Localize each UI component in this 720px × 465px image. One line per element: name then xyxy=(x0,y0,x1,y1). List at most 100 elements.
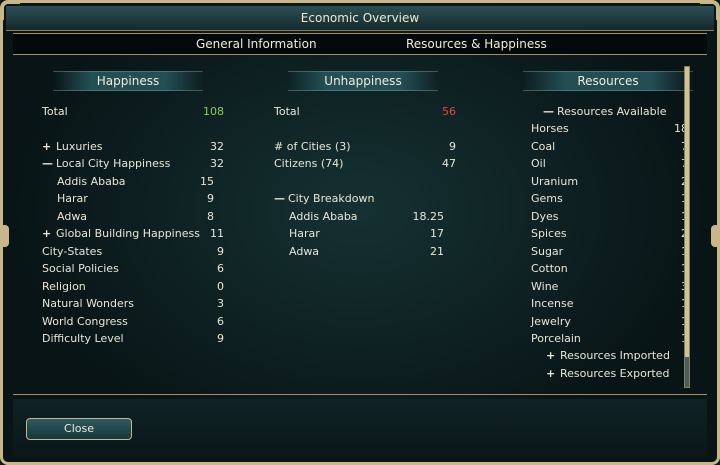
resource-row-value: 1 xyxy=(648,191,688,207)
resource-row-label: Oil xyxy=(531,156,546,172)
expand-plus-icon[interactable]: + xyxy=(42,139,56,155)
happiness-row-label: Addis Ababa xyxy=(57,174,126,190)
resource-row: Incense 1 xyxy=(531,296,691,312)
unhappiness-row: Adwa 21 xyxy=(289,244,459,260)
happiness-row-label: + Luxuries xyxy=(42,139,102,155)
unhappiness-total-value: 56 xyxy=(442,105,456,118)
happiness-row-text: Harar xyxy=(57,192,88,205)
tab-general-information[interactable]: General Information xyxy=(196,34,317,54)
collapse-minus-icon[interactable]: — xyxy=(543,104,557,120)
overview-content: Happiness Unhappiness Resources Total 108… xyxy=(13,61,707,395)
collapse-minus-icon[interactable]: — xyxy=(274,191,288,207)
happiness-row-text: Adwa xyxy=(57,210,88,223)
unhappiness-row-text: Addis Ababa xyxy=(289,210,358,223)
happiness-row-value: 32 xyxy=(210,157,224,170)
close-button[interactable]: Close xyxy=(26,418,132,440)
resource-row: Porcelain 1 xyxy=(531,331,691,347)
happiness-total-text: Total xyxy=(42,105,68,118)
resource-row-label: Spices xyxy=(531,226,567,242)
happiness-row-value: 9 xyxy=(217,332,224,345)
resource-row-value: 3 xyxy=(648,279,688,295)
unhappiness-row[interactable]: — City Breakdown xyxy=(274,191,459,207)
resource-row-value: 2 xyxy=(648,174,688,190)
resource-row-label: Sugar xyxy=(531,244,563,260)
resource-row-label: Jewelry xyxy=(531,314,571,330)
unhappiness-row-text: Harar xyxy=(289,227,320,240)
happiness-row: Social Policies 6 xyxy=(42,261,227,277)
expand-plus-icon[interactable]: + xyxy=(546,348,560,364)
happiness-total-label: Total xyxy=(42,104,68,120)
happiness-row-label: Social Policies xyxy=(42,261,119,277)
resource-row-value: 2 xyxy=(648,226,688,242)
happiness-row-text: City-States xyxy=(42,245,103,258)
resources-imported-toggle[interactable]: + Resources Imported xyxy=(546,348,670,364)
resource-row-value: 1 xyxy=(648,296,688,312)
resource-row: Dyes 1 xyxy=(531,209,691,225)
resource-row-text: Spices xyxy=(531,227,567,240)
happiness-row-label: Difficulty Level xyxy=(42,331,124,347)
happiness-row[interactable]: — Local City Happiness 32 xyxy=(42,156,227,172)
frame-notch xyxy=(3,225,9,247)
resource-row: Coal 7 xyxy=(531,139,691,155)
happiness-row: Difficulty Level 9 xyxy=(42,331,227,347)
resource-row-label: Incense xyxy=(531,296,574,312)
unhappiness-row-label: # of Cities (3) xyxy=(274,139,351,155)
happiness-row-text: World Congress xyxy=(42,315,128,328)
resources-available-toggle[interactable]: — Resources Available xyxy=(543,104,666,120)
unhappiness-total: Total 56 xyxy=(274,104,459,120)
happiness-row: World Congress 6 xyxy=(42,314,227,330)
resource-row-label: Cotton xyxy=(531,261,568,277)
unhappiness-row-text: # of Cities (3) xyxy=(274,140,351,153)
resources-header: Resources xyxy=(523,71,693,91)
tab-resources-happiness[interactable]: Resources & Happiness xyxy=(406,34,547,54)
resource-row-text: Wine xyxy=(531,279,559,293)
unhappiness-row-label: Harar xyxy=(289,226,320,242)
resource-row-text: Gems xyxy=(531,192,563,205)
resource-row: Horses 18 xyxy=(531,121,691,137)
happiness-row[interactable]: + Global Building Happiness 11 xyxy=(42,226,227,242)
resource-row-text: Oil xyxy=(531,157,546,170)
resource-row-value: 1 xyxy=(648,209,688,225)
resource-row-label: Gems xyxy=(531,191,563,207)
resource-row-text: Jewelry xyxy=(531,314,571,328)
happiness-row-text: Social Policies xyxy=(42,262,119,275)
expand-plus-icon[interactable]: + xyxy=(546,366,560,382)
resource-row: Uranium 2 xyxy=(531,174,691,190)
happiness-row-text: Luxuries xyxy=(56,140,103,153)
happiness-row-value: 0 xyxy=(217,280,224,293)
resources-exported-toggle-label: Resources Exported xyxy=(560,367,670,380)
happiness-row-value: 3 xyxy=(217,297,224,310)
resource-row-value: 7 xyxy=(648,156,688,172)
happiness-row-value: 32 xyxy=(210,140,224,153)
unhappiness-row-value: 18.25 xyxy=(412,210,445,223)
happiness-row-text: Religion xyxy=(42,280,86,293)
happiness-row-label: City-States xyxy=(42,244,102,260)
unhappiness-total-text: Total xyxy=(274,105,300,118)
resource-row-label: Dyes xyxy=(531,209,558,225)
happiness-row-value: 6 xyxy=(217,262,224,275)
happiness-row-text: Natural Wonders xyxy=(42,297,135,310)
resource-row-label: Wine xyxy=(531,279,558,295)
resources-scrollbar[interactable] xyxy=(684,66,690,388)
scrollbar-thumb[interactable] xyxy=(685,67,689,357)
resource-row-text: Porcelain xyxy=(531,332,581,345)
resources-exported-toggle[interactable]: + Resources Exported xyxy=(546,366,669,382)
expand-plus-icon[interactable]: + xyxy=(42,226,56,242)
resource-row-text: Dyes xyxy=(531,209,559,223)
unhappiness-row-text: Adwa xyxy=(289,245,320,258)
resource-row-value: 18 xyxy=(674,122,688,135)
happiness-row-label: World Congress xyxy=(42,314,128,330)
unhappiness-row-label: Citizens (74) xyxy=(274,156,343,172)
tab-bar: General Information Resources & Happines… xyxy=(13,33,707,55)
resource-row-text: Coal xyxy=(531,139,556,153)
unhappiness-row-label: Addis Ababa xyxy=(289,209,358,225)
happiness-row[interactable]: + Luxuries 32 xyxy=(42,139,227,155)
frame-notch xyxy=(711,225,717,247)
resource-row-label: Uranium xyxy=(531,174,578,190)
resource-row-text: Sugar xyxy=(531,244,564,258)
unhappiness-row: Addis Ababa 18.25 xyxy=(289,209,459,225)
economic-overview-window: Economic Overview General Information Re… xyxy=(0,0,720,465)
collapse-minus-icon[interactable]: — xyxy=(42,156,56,172)
happiness-row-value: 15 xyxy=(200,175,214,188)
happiness-row-text: Difficulty Level xyxy=(42,332,124,345)
